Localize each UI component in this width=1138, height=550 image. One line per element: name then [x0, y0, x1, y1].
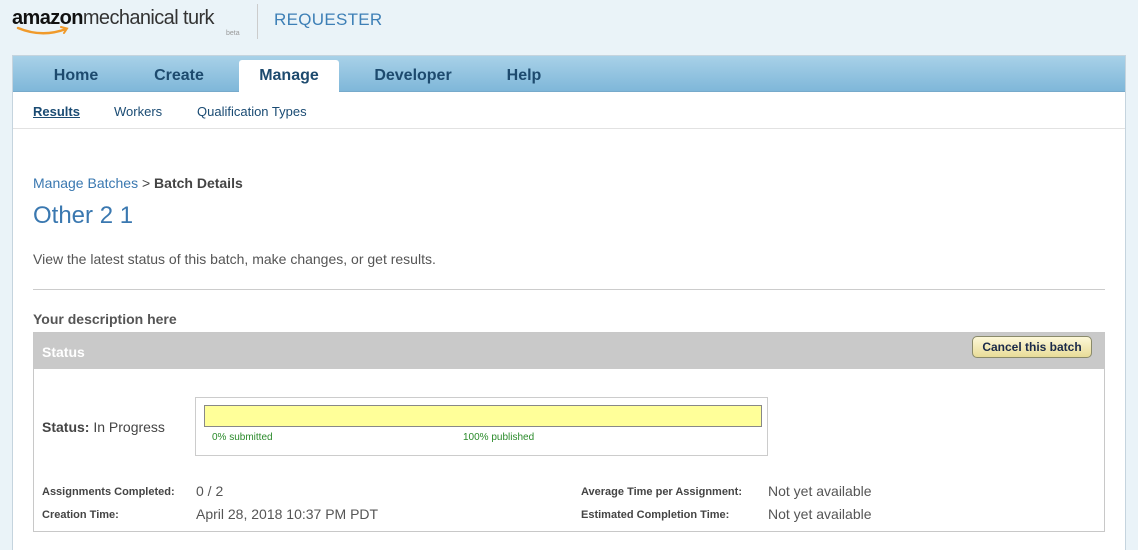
breadcrumb: Manage Batches > Batch Details — [33, 175, 243, 191]
tab-home[interactable]: Home — [35, 60, 117, 92]
subnav-results[interactable]: Results — [33, 104, 80, 119]
header-divider — [257, 4, 258, 39]
top-header: amazonmechanical turk beta REQUESTER — [0, 0, 1138, 55]
average-time-value: Not yet available — [768, 483, 872, 499]
subnav-workers[interactable]: Workers — [114, 104, 162, 119]
average-time-label: Average Time per Assignment: — [581, 486, 742, 498]
cancel-batch-button[interactable]: Cancel this batch — [972, 336, 1092, 358]
amazon-mechanical-turk-logo[interactable]: amazonmechanical turk beta — [12, 6, 244, 40]
page-subtitle: View the latest status of this batch, ma… — [33, 251, 436, 267]
status-panel-title: Status — [42, 344, 85, 360]
beta-label: beta — [226, 30, 240, 37]
tab-create[interactable]: Create — [139, 60, 219, 92]
status-panel: Status Cancel this batch Status: In Prog… — [33, 332, 1105, 532]
tab-help[interactable]: Help — [493, 60, 555, 92]
divider — [33, 289, 1105, 290]
tab-developer[interactable]: Developer — [363, 60, 463, 92]
creation-time-label: Creation Time: — [42, 509, 119, 521]
status-field: Status: In Progress — [42, 419, 165, 435]
tab-manage[interactable]: Manage — [239, 60, 339, 92]
creation-time-value: April 28, 2018 10:37 PM PDT — [196, 506, 379, 522]
page-title: Other 2 1 — [33, 202, 134, 229]
progress-bar — [204, 405, 762, 427]
logo-mturk-text: mechanical turk — [82, 7, 215, 29]
progress-published-label: 100% published — [463, 432, 535, 443]
breadcrumb-manage-batches[interactable]: Manage Batches — [33, 175, 138, 191]
breadcrumb-current: Batch Details — [154, 175, 243, 191]
progress-container: 0% submitted 100% published — [195, 397, 768, 456]
amazon-smile-icon — [16, 26, 69, 35]
status-panel-header: Status Cancel this batch — [34, 333, 1104, 369]
assignments-completed-value: 0 / 2 — [196, 483, 224, 499]
status-label: Status: — [42, 419, 90, 435]
estimated-completion-label: Estimated Completion Time: — [581, 509, 730, 521]
tab-bar: Home Create Manage Developer Help — [13, 56, 1125, 92]
sub-navigation: Results Workers Qualification Types — [13, 92, 1125, 129]
requester-label: REQUESTER — [274, 10, 383, 29]
breadcrumb-separator: > — [141, 175, 151, 191]
estimated-completion-value: Not yet available — [768, 506, 872, 522]
main-panel: Home Create Manage Developer Help Result… — [12, 55, 1126, 550]
status-value: In Progress — [93, 419, 165, 435]
subnav-qualification-types[interactable]: Qualification Types — [197, 104, 307, 119]
assignments-completed-label: Assignments Completed: — [42, 486, 175, 498]
batch-description: Your description here — [33, 311, 177, 327]
progress-submitted-label: 0% submitted — [212, 432, 273, 443]
